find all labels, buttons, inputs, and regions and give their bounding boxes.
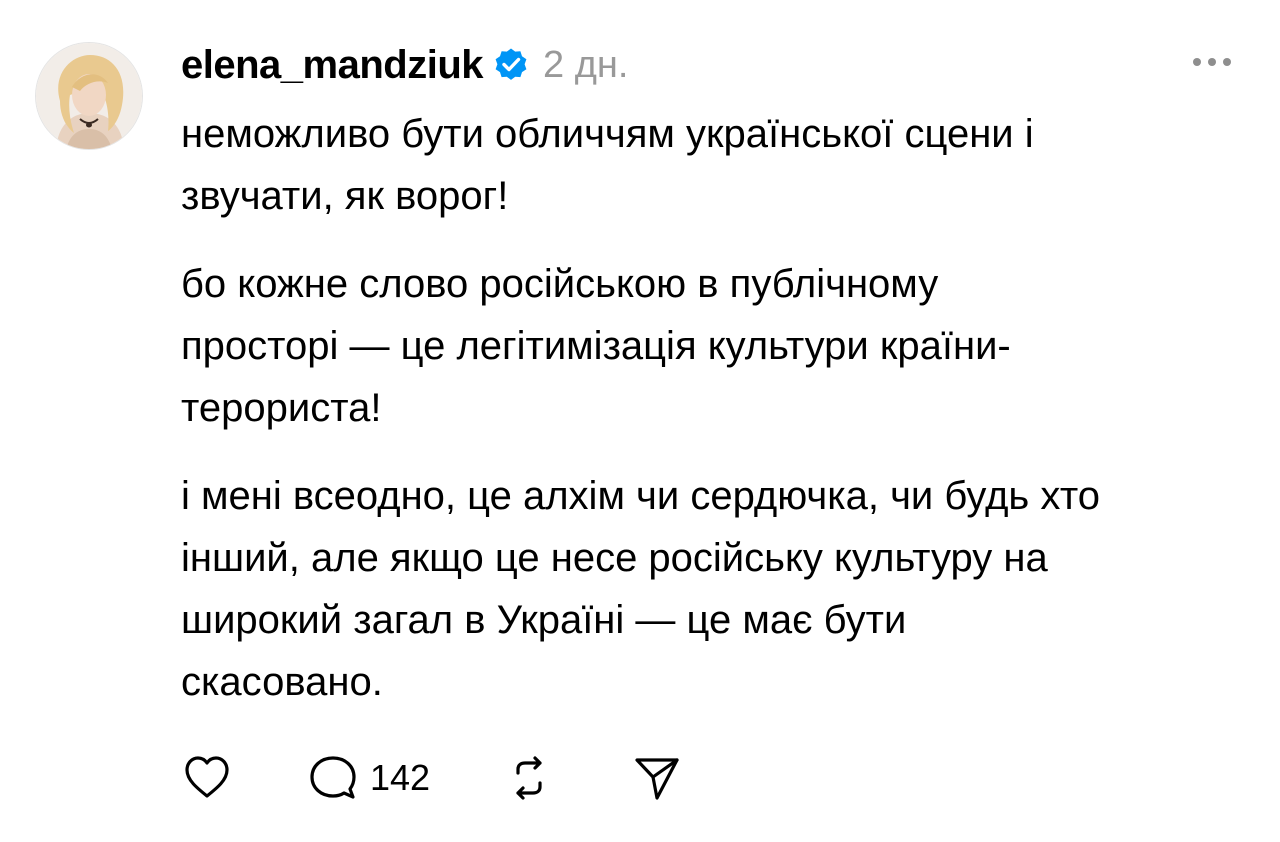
post-paragraph: неможливо бути обличчям української сцен… [181, 112, 1034, 218]
post-timestamp: 2 дн. [543, 43, 629, 86]
comment-count: 142 [370, 757, 431, 798]
post-actions: 142 [181, 752, 682, 804]
send-icon [635, 758, 679, 800]
post-text: неможливо бути обличчям української сцен… [181, 103, 1261, 739]
post-paragraph: і мені всеодно, це алхім чи сердючка, чи… [181, 474, 1101, 704]
more-horizontal-icon [1193, 58, 1231, 66]
repost-icon [516, 756, 542, 800]
like-button[interactable] [181, 752, 233, 804]
comment-bubble-icon [310, 756, 356, 799]
share-button[interactable] [632, 753, 682, 803]
more-options-button[interactable] [1190, 50, 1234, 74]
comment-button[interactable]: 142 [308, 753, 430, 803]
repost-button[interactable] [504, 753, 554, 803]
avatar-image [36, 43, 142, 149]
avatar[interactable] [36, 43, 142, 149]
username[interactable]: elena_mandziuk [181, 43, 484, 88]
heart-icon [185, 756, 229, 798]
post-paragraph: бо кожне слово російською в публічному п… [181, 262, 1011, 430]
post-header: elena_mandziuk 2 дн. [181, 40, 628, 90]
verified-badge-icon [493, 47, 529, 83]
